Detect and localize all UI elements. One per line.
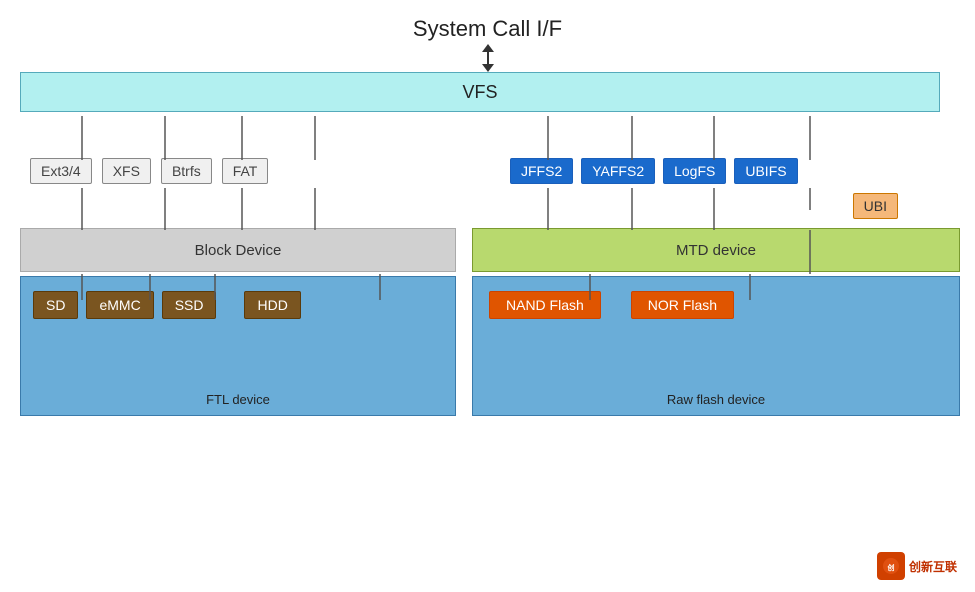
watermark-icon: 创 [877, 552, 905, 580]
sd-box: SD [33, 291, 78, 319]
system-call-label: System Call I/F [413, 16, 562, 42]
bottom-panels: SD eMMC SSD HDD FTL device NAND Flash NO… [20, 276, 960, 416]
ubi-box: UBI [853, 193, 898, 219]
watermark: 创 创新互联 [877, 552, 957, 580]
hdd-box: HDD [244, 291, 300, 319]
right-fs-group: JFFS2 YAFFS2 LogFS UBIFS [460, 158, 960, 184]
ssd-box: SSD [162, 291, 217, 319]
arrow-down-icon [482, 64, 494, 72]
raw-flash-panel: NAND Flash NOR Flash Raw flash device [472, 276, 960, 416]
btrfs-box: Btrfs [161, 158, 212, 184]
arrow-shaft [487, 52, 489, 64]
arrow-up-icon [482, 44, 494, 52]
nor-flash-box: NOR Flash [631, 291, 734, 319]
flash-devices-row: NAND Flash NOR Flash [489, 291, 943, 319]
device-row: Block Device MTD device [20, 228, 960, 272]
mtd-device-box: MTD device [472, 228, 960, 272]
ftl-label: FTL device [206, 392, 270, 407]
vfs-bar: VFS [20, 72, 940, 112]
jffs2-box: JFFS2 [510, 158, 573, 184]
watermark-logo-icon: 创 [882, 557, 900, 575]
svg-text:创: 创 [886, 563, 894, 572]
emmc-box: eMMC [86, 291, 153, 319]
fs-layer: Ext3/4 XFS Btrfs FAT JFFS2 YAFFS2 LogFS … [20, 112, 960, 184]
ext34-box: Ext3/4 [30, 158, 92, 184]
block-device-box: Block Device [20, 228, 456, 272]
ubifs-box: UBIFS [734, 158, 797, 184]
yaffs2-box: YAFFS2 [581, 158, 655, 184]
hdd-spacer: HDD [244, 291, 300, 319]
xfs-box: XFS [102, 158, 151, 184]
main-diagram: VFS [20, 72, 960, 416]
fat-box: FAT [222, 158, 269, 184]
logfs-box: LogFS [663, 158, 726, 184]
ubi-row: UBI [20, 184, 960, 228]
ftl-panel: SD eMMC SSD HDD FTL device [20, 276, 456, 416]
left-fs-group: Ext3/4 XFS Btrfs FAT [20, 158, 460, 184]
diagram-container: System Call I/F VFS [0, 0, 975, 592]
nand-flash-box: NAND Flash [489, 291, 601, 319]
ftl-devices-row: SD eMMC SSD HDD [33, 291, 443, 319]
watermark-text: 创新互联 [909, 558, 957, 575]
raw-flash-label: Raw flash device [667, 392, 765, 407]
